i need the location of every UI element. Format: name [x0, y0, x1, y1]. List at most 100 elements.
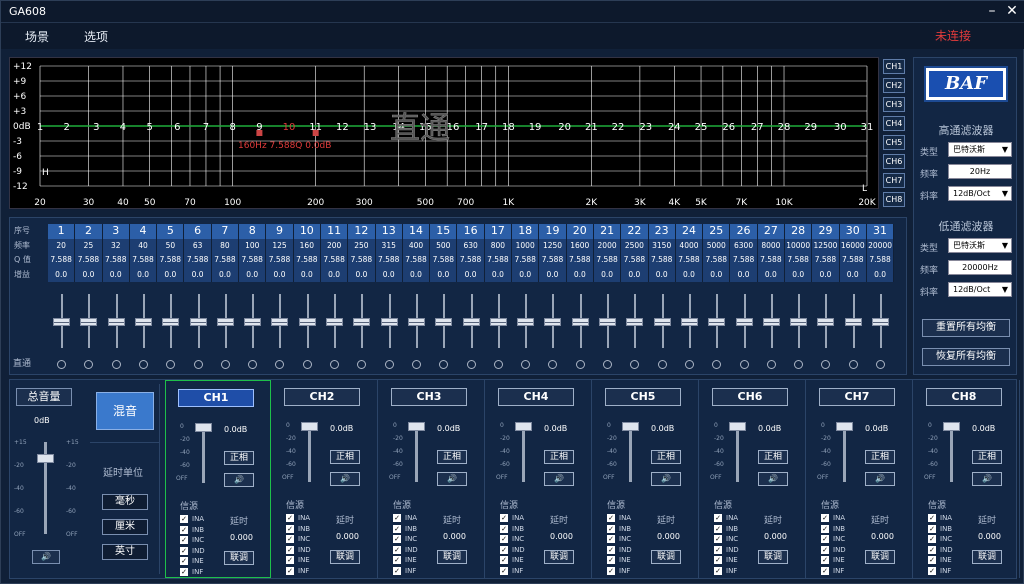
fader-knob[interactable] [462, 318, 480, 326]
bypass-radio[interactable] [630, 360, 640, 369]
channel-fader-track[interactable] [415, 424, 418, 482]
link-button[interactable]: 联调 [972, 550, 1002, 564]
source-checkbox-inf[interactable]: ✓ INF [928, 566, 953, 577]
bypass-radio[interactable] [575, 360, 585, 369]
fader-knob[interactable] [80, 318, 98, 326]
eq-cell-q[interactable]: 7.588 [48, 253, 76, 268]
eq-cell-bands[interactable]: 20 [566, 224, 594, 239]
bypass-radio[interactable] [302, 360, 312, 369]
checkbox-check[interactable]: ✓ [714, 556, 722, 564]
checkbox-check[interactable]: ✓ [821, 524, 829, 533]
eq-cell-freqs[interactable]: 630 [457, 238, 485, 253]
phase-button[interactable]: 正相 [651, 450, 681, 464]
checkbox-check[interactable]: ✓ [500, 535, 508, 543]
eq-cell-q[interactable]: 7.588 [320, 253, 349, 268]
eq-cell-freqs[interactable]: 80 [211, 238, 240, 253]
channel-mute-button[interactable]: 🔊 [758, 472, 788, 486]
eq-band-fader[interactable] [485, 294, 512, 369]
source-checkbox-ine[interactable]: ✓ INE [607, 555, 632, 566]
eq-cell-q[interactable]: 7.588 [430, 253, 458, 268]
channel-mute-button[interactable]: 🔊 [972, 472, 1002, 486]
channel-fader-knob[interactable] [515, 422, 532, 431]
source-checkbox-inb[interactable]: ✓ INB [714, 524, 739, 535]
eq-cell-bands[interactable]: 28 [785, 224, 813, 239]
checkbox-check[interactable]: ✓ [393, 535, 401, 543]
checkbox-check[interactable]: ✓ [180, 567, 188, 576]
eq-cell-bands[interactable]: 1 [48, 224, 76, 239]
eq-cell-bands[interactable]: 25 [703, 224, 731, 239]
source-checkbox-ind[interactable]: ✓ IND [928, 545, 953, 556]
eq-cell-freqs[interactable]: 5000 [703, 238, 731, 253]
delay-value[interactable]: 0.000 [443, 532, 466, 541]
bypass-radio[interactable] [739, 360, 749, 369]
eq-cell-bands[interactable]: 6 [184, 224, 212, 239]
phase-button[interactable]: 正相 [330, 450, 360, 464]
link-button[interactable]: 联调 [437, 550, 467, 564]
eq-band-fader[interactable] [594, 294, 621, 369]
eq-cell-q[interactable]: 7.588 [75, 253, 103, 268]
source-checkbox-inb[interactable]: ✓ INB [500, 524, 525, 535]
eq-cell-bands[interactable]: 3 [102, 224, 130, 239]
eq-cell-bands[interactable]: 21 [593, 224, 622, 239]
eq-band-fader[interactable] [812, 294, 839, 369]
eq-cell-q[interactable]: 7.588 [239, 253, 267, 268]
source-checkbox-ina[interactable]: ✓ INA [393, 513, 418, 524]
eq-cell-q[interactable]: 7.588 [621, 253, 649, 268]
link-button[interactable]: 联调 [544, 550, 574, 564]
eq-cell-bands[interactable]: 7 [211, 224, 240, 239]
fader-knob[interactable] [653, 318, 671, 326]
channel-fader-knob[interactable] [195, 423, 212, 432]
fader-knob[interactable] [872, 318, 889, 326]
channel-name-button[interactable]: CH7 [819, 388, 895, 406]
source-checkbox-inc[interactable]: ✓ INC [928, 534, 953, 545]
source-checkbox-inf[interactable]: ✓ INF [607, 566, 632, 577]
eq-cell-q[interactable]: 7.588 [785, 253, 813, 268]
channel-fader-knob[interactable] [729, 422, 746, 431]
bypass-radio[interactable] [411, 360, 421, 369]
fader-knob[interactable] [435, 318, 453, 326]
eq-cell-q[interactable]: 7.588 [129, 253, 158, 268]
eq-cell-freqs[interactable]: 2000 [593, 238, 622, 253]
eq-response-graph[interactable]: +12 +9 +6 +3 0dB -3 -6 -9 -12 20 30 40 50 70 100 200 300… [9, 57, 879, 209]
channel-fader-knob[interactable] [622, 422, 639, 431]
eq-band-fader[interactable] [212, 294, 239, 369]
checkbox-check[interactable]: ✓ [607, 535, 615, 543]
eq-band-fader[interactable] [731, 294, 758, 369]
bypass-radio[interactable] [821, 360, 831, 369]
eq-cell-q[interactable]: 7.588 [157, 253, 185, 268]
unit-cm-button[interactable]: 厘米 [102, 519, 148, 535]
source-checkbox-inf[interactable]: ✓ INF [286, 566, 311, 577]
channel-select-ch3[interactable]: CH3 [883, 97, 905, 112]
menu-options[interactable]: 选项 [84, 28, 108, 45]
eq-cell-freqs[interactable]: 1000 [512, 238, 540, 253]
checkbox-check[interactable]: ✓ [500, 524, 508, 533]
source-checkbox-inb[interactable]: ✓ INB [821, 524, 846, 535]
bypass-radio[interactable] [166, 360, 176, 369]
eq-cell-freqs[interactable]: 16000 [839, 238, 867, 253]
channel-fader-track[interactable] [629, 424, 632, 482]
eq-band-fader[interactable] [403, 294, 430, 369]
eq-cell-freqs[interactable]: 25 [75, 238, 103, 253]
checkbox-check[interactable]: ✓ [928, 535, 936, 543]
fader-knob[interactable] [680, 318, 698, 326]
checkbox-check[interactable]: ✓ [714, 535, 722, 543]
checkbox-check[interactable]: ✓ [607, 545, 615, 554]
bypass-radio[interactable] [111, 360, 121, 369]
close-button[interactable]: ✕ [1003, 3, 1021, 19]
eq-band-fader[interactable] [239, 294, 266, 369]
menu-scene[interactable]: 场景 [25, 28, 49, 45]
channel-fader-track[interactable] [950, 424, 953, 482]
eq-cell-bands[interactable]: 29 [812, 224, 840, 239]
eq-cell-q[interactable]: 7.588 [402, 253, 431, 268]
eq-graph-canvas[interactable]: +12 +9 +6 +3 0dB -3 -6 -9 -12 20 30 40 50 70 100 200 300… [10, 58, 880, 210]
source-checkbox-ina[interactable]: ✓ INA [607, 513, 632, 524]
source-checkbox-ina[interactable]: ✓ INA [821, 513, 846, 524]
checkbox-check[interactable]: ✓ [180, 515, 188, 523]
eq-cell-q[interactable]: 7.588 [839, 253, 867, 268]
fader-knob[interactable] [817, 318, 835, 326]
fader-knob[interactable] [353, 318, 371, 326]
channel-select-ch4[interactable]: CH4 [883, 116, 905, 131]
eq-cell-q[interactable]: 7.588 [593, 253, 622, 268]
source-checkbox-ine[interactable]: ✓ INE [500, 555, 525, 566]
channel-name-button[interactable]: CH8 [926, 388, 1002, 406]
